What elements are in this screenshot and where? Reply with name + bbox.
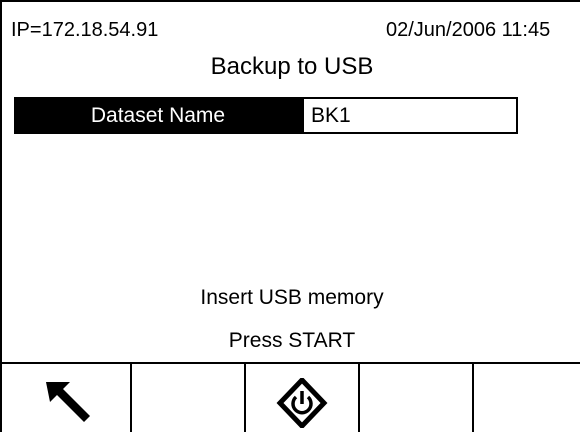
terminal-screen: IP=172.18.54.91 02/Jun/2006 11:45 Backup… <box>0 0 580 432</box>
page-title: Backup to USB <box>210 53 374 80</box>
start-icon <box>276 378 328 428</box>
insert-usb-message: Insert USB memory <box>200 286 384 309</box>
softkey-bar <box>2 362 580 432</box>
softkey-5[interactable] <box>474 364 580 432</box>
press-start-message: Press START <box>228 329 356 352</box>
dataset-name-field[interactable]: BK1 <box>302 97 518 134</box>
dataset-name-label: Dataset Name <box>14 97 302 134</box>
date-time: 02/Jun/2006 11:45 <box>386 19 551 41</box>
exit-arrow-icon <box>46 382 90 422</box>
start-softkey[interactable] <box>246 364 360 432</box>
softkey-2[interactable] <box>132 364 246 432</box>
softkey-4[interactable] <box>360 364 474 432</box>
exit-softkey[interactable] <box>2 364 132 432</box>
ip-address: IP=172.18.54.91 <box>11 19 159 41</box>
